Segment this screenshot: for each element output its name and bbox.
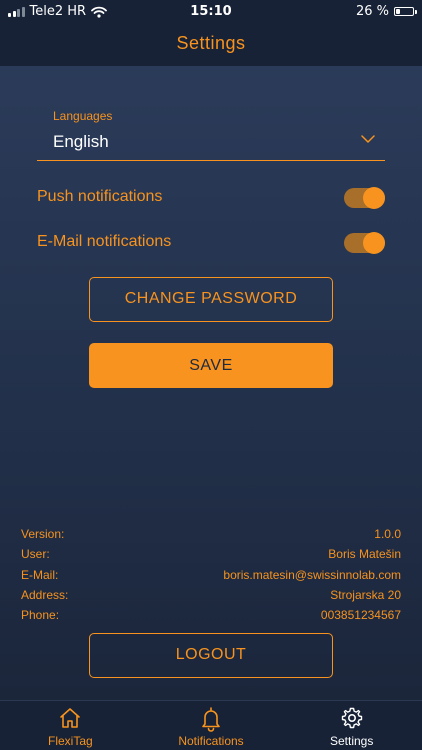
tab-flexitag[interactable]: FlexiTag — [0, 701, 141, 750]
navigation-bar: Settings — [0, 24, 422, 66]
phone-row: Phone: 003851234567 — [21, 608, 401, 628]
version-value: 1.0.0 — [374, 527, 401, 541]
user-key: User: — [21, 547, 50, 562]
home-icon — [60, 708, 81, 728]
email-notifications-label: E-Mail notifications — [37, 233, 172, 250]
language-label: Languages — [53, 109, 113, 123]
email-value: boris.matesin@swissinnolab.com — [223, 567, 401, 582]
push-notifications-label: Push notifications — [37, 188, 163, 205]
status-bar: Tele2 HR 15:10 26 % — [0, 0, 422, 24]
version-key: Version: — [21, 527, 65, 541]
language-select[interactable]: English — [37, 128, 385, 161]
version-row: Version: 1.0.0 — [21, 527, 401, 547]
tab-settings[interactable]: Settings — [281, 701, 422, 750]
phone-key: Phone: — [21, 608, 60, 623]
battery-fill — [396, 9, 401, 14]
address-key: Address: — [21, 587, 69, 602]
bell-icon — [202, 707, 220, 732]
tab-notifications-label: Notifications — [178, 734, 244, 748]
user-value: Boris Matešin — [328, 547, 401, 562]
battery-percentage: 26 % — [355, 4, 389, 19]
page-title: Settings — [176, 33, 246, 53]
language-value: English — [53, 132, 109, 151]
account-info: Version: 1.0.0 User: Boris Matešin E-Mai… — [21, 527, 401, 628]
chevron-down-icon — [361, 135, 375, 143]
tab-flexitag-label: FlexiTag — [47, 734, 93, 748]
toggle-knob — [363, 187, 385, 209]
battery-icon — [394, 7, 417, 16]
user-row: User: Boris Matešin — [21, 547, 401, 567]
status-right: 26 % — [355, 4, 417, 19]
email-notifications-toggle[interactable] — [344, 232, 385, 254]
address-row: Address: Strojarska 20 — [21, 588, 401, 608]
address-value: Strojarska 20 — [330, 587, 401, 602]
toggle-knob — [363, 232, 385, 254]
push-notifications-row: Push notifications — [37, 185, 385, 213]
tab-bar: FlexiTag Notifications Settings — [0, 700, 422, 750]
phone-value: 003851234567 — [320, 608, 401, 623]
email-notifications-row: E-Mail notifications — [37, 230, 385, 258]
email-key: E-Mail: — [21, 567, 59, 582]
save-button[interactable]: SAVE — [89, 343, 333, 388]
gear-icon — [341, 707, 362, 729]
email-row: E-Mail: boris.matesin@swissinnolab.com — [21, 568, 401, 588]
tab-notifications[interactable]: Notifications — [141, 701, 282, 750]
push-notifications-toggle[interactable] — [344, 187, 385, 209]
logout-button[interactable]: LOGOUT — [89, 633, 333, 678]
tab-settings-label: Settings — [330, 734, 374, 748]
change-password-button[interactable]: CHANGE PASSWORD — [89, 277, 333, 322]
